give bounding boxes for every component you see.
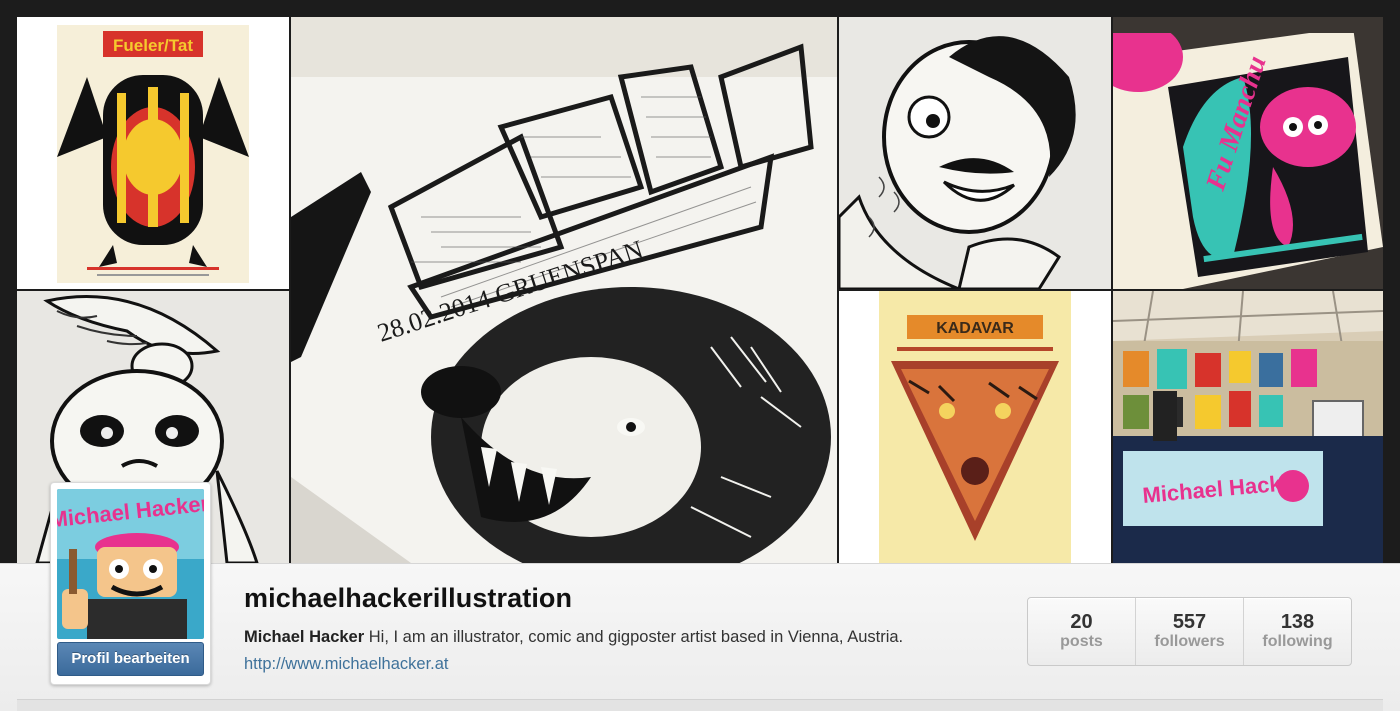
stat-following-count: 138 (1280, 611, 1315, 633)
photo-tile-bear-drawing[interactable]: 28.02.2014 GRUENSPAN (291, 17, 837, 563)
photo-mosaic: Fueler/Tat 28.02.2014 GRUENSPAN Fu Manch… (17, 17, 1383, 563)
profile-bio: Michael Hacker Hi, I am an illustrator, … (244, 628, 1004, 647)
photo-tile-poster-fueler[interactable]: Fueler/Tat (17, 17, 289, 289)
stat-posts[interactable]: 20 posts (1028, 598, 1136, 665)
poster-fueler-image: Fueler/Tat (17, 17, 289, 289)
photo-tile-boy-sketch[interactable] (839, 17, 1111, 289)
profile-website-link[interactable]: http://www.michaelhacker.at (244, 655, 449, 674)
profile-username: michaelhackerillustration (244, 583, 573, 613)
photo-tile-market-stall[interactable]: Michael Hacker (1113, 291, 1383, 563)
stat-following-label: following (1262, 633, 1333, 650)
stat-following[interactable]: 138 following (1244, 598, 1351, 665)
avatar-card: Michael Hacker Profil bearbeiten (50, 482, 211, 685)
market-stall-image: Michael Hacker (1113, 291, 1383, 563)
edit-profile-button[interactable]: Profil bearbeiten (57, 642, 204, 676)
boy-sketch-image (839, 17, 1111, 289)
poster-fueler-title: Fueler/Tat (113, 36, 193, 55)
photo-tile-kadavar-poster[interactable]: KADAVAR (839, 291, 1111, 563)
bear-drawing-image: 28.02.2014 GRUENSPAN (291, 17, 837, 563)
avatar[interactable]: Michael Hacker (57, 489, 204, 639)
photo-tile-fu-manchu-print[interactable]: Fu Manchu (1113, 17, 1383, 289)
stat-followers-count: 557 (1172, 611, 1207, 633)
kadavar-poster-title: KADAVAR (936, 320, 1014, 337)
fu-manchu-print-image: Fu Manchu (1113, 17, 1383, 289)
profile-bar-bottom-strip (17, 699, 1383, 711)
profile-stats: 20 posts 557 followers 138 following (1027, 597, 1352, 666)
stat-followers[interactable]: 557 followers (1136, 598, 1244, 665)
profile-full-name: Michael Hacker (244, 628, 365, 646)
stat-followers-label: followers (1154, 633, 1225, 650)
avatar-image: Michael Hacker (57, 489, 204, 639)
stat-posts-count: 20 (1070, 611, 1093, 633)
profile-bio-text: Hi, I am an illustrator, comic and gigpo… (368, 628, 904, 646)
kadavar-poster-image: KADAVAR (839, 291, 1111, 563)
stat-posts-label: posts (1060, 633, 1103, 650)
